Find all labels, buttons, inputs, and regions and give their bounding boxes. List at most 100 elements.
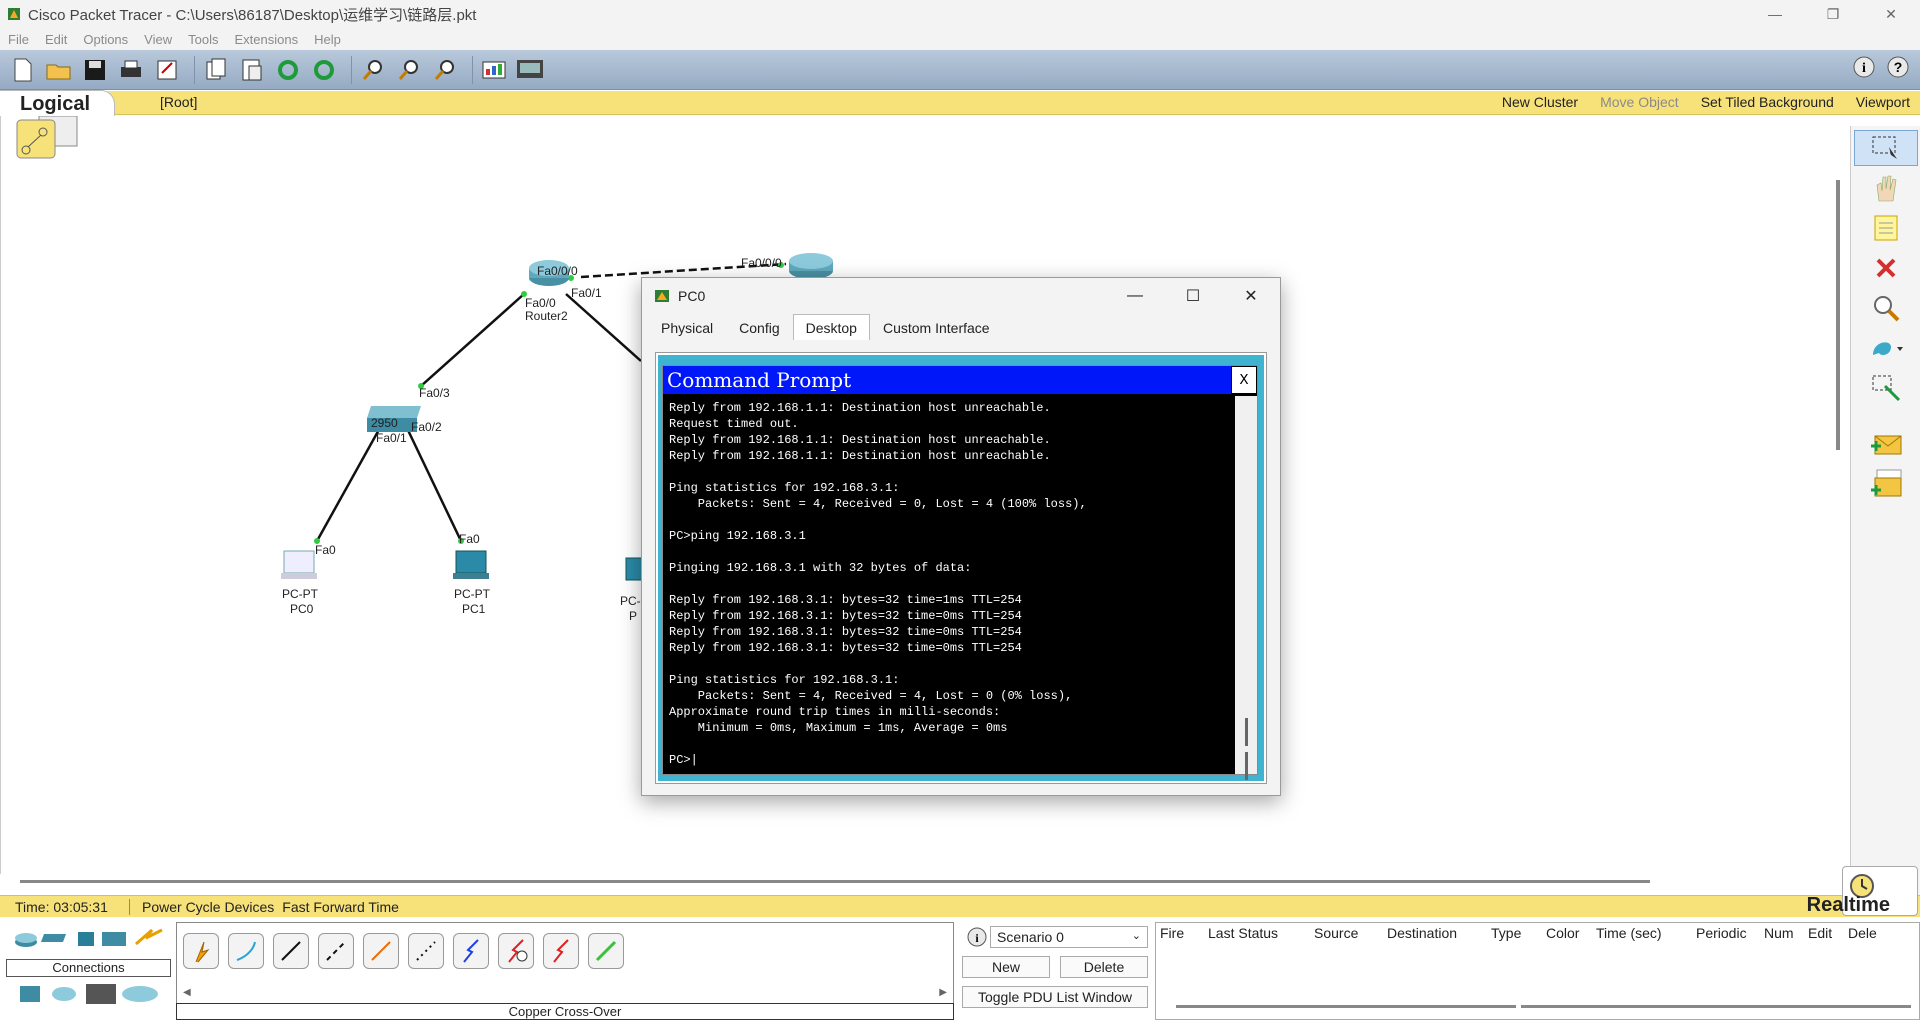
new-scenario-button[interactable]: New — [962, 956, 1050, 978]
note-tool-icon[interactable] — [1854, 210, 1918, 246]
close-button[interactable]: ✕ — [1862, 0, 1920, 28]
delete-scenario-button[interactable]: Delete — [1060, 956, 1148, 978]
console-cable-icon[interactable] — [228, 933, 264, 969]
zoom-reset-icon[interactable] — [394, 55, 424, 85]
pdu-col-header[interactable]: Dele — [1848, 925, 1878, 941]
copy-icon[interactable] — [201, 55, 231, 85]
tab-desktop[interactable]: Desktop — [792, 314, 870, 340]
undo-icon[interactable] — [273, 55, 303, 85]
draw-shape-icon[interactable] — [1854, 330, 1918, 366]
viewport-button[interactable]: Viewport — [1856, 94, 1910, 110]
console-line: Minimum = 0ms, Maximum = 1ms, Average = … — [669, 721, 1008, 735]
command-prompt-close-button[interactable]: X — [1231, 366, 1257, 394]
pdu-col-header[interactable]: Source — [1314, 925, 1387, 941]
pdu-col-header[interactable]: Fire — [1160, 925, 1208, 941]
open-folder-icon[interactable] — [44, 55, 74, 85]
minimize-button[interactable]: — — [1746, 0, 1804, 28]
save-icon[interactable] — [80, 55, 110, 85]
serial-dte-icon[interactable] — [543, 933, 579, 969]
pdu-scrollbar[interactable] — [1521, 1005, 1911, 1008]
menu-tools[interactable]: Tools — [188, 32, 218, 47]
device-label-pc1: PC1 — [462, 602, 486, 616]
menu-extensions[interactable]: Extensions — [234, 32, 298, 47]
pdu-col-header[interactable]: Time (sec) — [1596, 925, 1696, 941]
inspect-tool-icon[interactable] — [1854, 290, 1918, 326]
new-cluster-button[interactable]: New Cluster — [1502, 94, 1578, 110]
copper-straight-through-icon[interactable] — [273, 933, 309, 969]
new-file-icon[interactable] — [8, 55, 38, 85]
pdu-scrollbar[interactable] — [1176, 1005, 1516, 1008]
add-simple-pdu-icon[interactable] — [1854, 426, 1918, 462]
device-label-router2: Router2 — [525, 309, 568, 323]
scenario-panel: i Scenario 0 ⌄ New Delete Toggle PDU Lis… — [960, 922, 1148, 1020]
tab-custom-interface[interactable]: Custom Interface — [870, 314, 1003, 340]
pdu-col-header[interactable]: Color — [1546, 925, 1596, 941]
hand-tool-icon[interactable] — [1854, 170, 1918, 206]
port-label: Fa0/0 — [525, 296, 556, 310]
cable-scrollbar[interactable]: ◀ ▶ — [183, 987, 947, 998]
zoom-out-icon[interactable] — [430, 55, 460, 85]
port-label: Fa0 — [315, 543, 336, 557]
root-breadcrumb[interactable]: [Root] — [160, 94, 197, 110]
end-devices-icon — [20, 986, 40, 1002]
fiber-cable-icon[interactable] — [363, 933, 399, 969]
scroll-thumb[interactable] — [1245, 752, 1248, 780]
scenario-select[interactable]: Scenario 0 ⌄ — [990, 926, 1148, 948]
tab-config[interactable]: Config — [726, 314, 792, 340]
pc0-close-button[interactable]: ✕ — [1222, 278, 1280, 314]
menu-help[interactable]: Help — [314, 32, 341, 47]
serial-dce-icon[interactable] — [498, 933, 534, 969]
pdu-col-header[interactable]: Last Status — [1208, 925, 1314, 941]
delete-tool-icon[interactable] — [1854, 250, 1918, 286]
paste-icon[interactable] — [237, 55, 267, 85]
redo-icon[interactable] — [309, 55, 339, 85]
pdu-col-header[interactable]: Destination — [1387, 925, 1491, 941]
help-icon[interactable]: ? — [1886, 55, 1910, 82]
device-label-pc0: PC0 — [290, 602, 314, 616]
coaxial-cable-icon[interactable] — [453, 933, 489, 969]
command-prompt-title-text: Command Prompt — [667, 368, 852, 392]
info-icon[interactable]: i — [966, 926, 988, 948]
add-complex-pdu-icon[interactable] — [1854, 466, 1918, 502]
menu-edit[interactable]: Edit — [45, 32, 67, 47]
menu-options[interactable]: Options — [83, 32, 128, 47]
auto-connection-icon[interactable] — [183, 933, 219, 969]
canvas-horizontal-scrollbar[interactable] — [20, 880, 1650, 883]
phone-cable-icon[interactable] — [408, 933, 444, 969]
console-line: Reply from 192.168.1.1: Destination host… — [669, 449, 1051, 463]
activity-wizard-icon[interactable] — [152, 55, 182, 85]
power-cycle-devices-button[interactable]: Power Cycle Devices — [142, 899, 274, 915]
command-prompt[interactable]: Command Prompt X Reply from 192.168.1.1:… — [662, 365, 1258, 780]
fast-forward-time-button[interactable]: Fast Forward Time — [282, 899, 399, 915]
canvas-vertical-scrollbar[interactable] — [1836, 180, 1840, 450]
menu-file[interactable]: File — [8, 32, 29, 47]
palette-icon[interactable] — [479, 55, 509, 85]
info-icon[interactable]: i — [1852, 55, 1876, 82]
pdu-col-header[interactable]: Edit — [1808, 925, 1848, 941]
zoom-in-icon[interactable] — [358, 55, 388, 85]
custom-device-icon[interactable] — [515, 55, 545, 85]
toggle-pdu-list-button[interactable]: Toggle PDU List Window — [962, 986, 1148, 1008]
select-tool-icon[interactable] — [1854, 130, 1918, 166]
logical-tab[interactable]: Logical — [0, 90, 115, 118]
restore-button[interactable]: ❐ — [1804, 0, 1862, 28]
console-line: Reply from 192.168.1.1: Destination host… — [669, 433, 1051, 447]
pdu-col-header[interactable]: Type — [1491, 925, 1546, 941]
print-icon[interactable] — [116, 55, 146, 85]
palette-spacer — [1851, 410, 1920, 422]
tab-physical[interactable]: Physical — [648, 314, 726, 340]
pc0-window: PC0 — ☐ ✕ Physical Config Desktop Custom… — [641, 277, 1281, 796]
command-prompt-scrollbar[interactable] — [1235, 396, 1257, 780]
pdu-col-header[interactable]: Num — [1764, 925, 1808, 941]
set-tiled-background-button[interactable]: Set Tiled Background — [1701, 94, 1834, 110]
copper-cross-over-icon[interactable] — [318, 933, 354, 969]
octal-cable-icon[interactable] — [588, 933, 624, 969]
command-prompt-output[interactable]: Reply from 192.168.1.1: Destination host… — [669, 400, 1239, 770]
pc0-minimize-button[interactable]: — — [1106, 278, 1164, 314]
pdu-col-header[interactable]: Periodic — [1696, 925, 1764, 941]
pc0-maximize-button[interactable]: ☐ — [1164, 278, 1222, 314]
resize-shape-icon[interactable] — [1854, 370, 1918, 406]
scroll-thumb[interactable] — [1245, 718, 1248, 746]
menu-view[interactable]: View — [144, 32, 172, 47]
move-object-button[interactable]: Move Object — [1600, 94, 1679, 110]
